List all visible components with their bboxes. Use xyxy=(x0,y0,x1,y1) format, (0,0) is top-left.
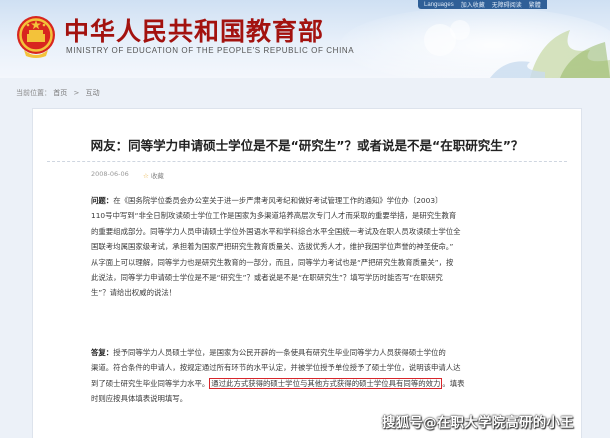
traditional-chinese-link[interactable]: 繁體 xyxy=(529,0,541,9)
answer-line-3-pre: 到了硕士研究生毕业同等学力水平。 xyxy=(91,378,210,388)
breadcrumb: 当前位置： 首页 > 互动 xyxy=(16,88,100,98)
article-date: 2008-06-06 xyxy=(91,170,129,178)
add-favorite-link[interactable]: 加入收藏 xyxy=(461,0,485,9)
breadcrumb-interaction-link[interactable]: 互动 xyxy=(86,89,100,97)
site-header: 中华人民共和国教育部 MINISTRY OF EDUCATION OF THE … xyxy=(0,0,610,78)
accessible-reading-link[interactable]: 无障碍阅读 xyxy=(492,0,522,9)
favorite-label: 收藏 xyxy=(150,172,164,180)
answer-line-2: 渠道。符合条件的申请人，按规定通过所有环节的水平认定，并被学位授予单位授予了硕士… xyxy=(91,363,461,373)
answer-label: 答复： xyxy=(91,348,114,357)
sohu-watermark: 搜狐号@在职大学院高研的小王 xyxy=(382,415,574,431)
header-decoration xyxy=(340,7,610,78)
question-line: 问题：在《国务院学位委员会办公室关于进一步严肃考风考纪和做好考试管理工作的通知》… xyxy=(91,193,561,208)
breadcrumb-separator: > xyxy=(73,89,80,97)
answer-line-3: 到了硕士研究生毕业同等学力水平。 通过此方式获得的硕士学位与其他方式获得的硕士学位… xyxy=(91,376,561,391)
question-line-7: 生”？请给出权威的说法！ xyxy=(91,288,177,298)
site-title: 中华人民共和国教育部 xyxy=(64,17,325,46)
article-card: 网友：同等学力申请硕士学位是不是“研究生”？或者说是不是“在职研究生”？ 200… xyxy=(32,108,582,438)
favorite-button[interactable]: ☆ 收藏 xyxy=(143,170,164,180)
question-line-5: 从字面上可以理解，同等学力也是研究生教育的一部分，而且，同等学力考试也是“严把研… xyxy=(91,257,454,267)
article-title: 网友：同等学力申请硕士学位是不是“研究生”？或者说是不是“在职研究生”？ xyxy=(90,138,524,153)
star-icon: ☆ xyxy=(143,172,149,180)
question-block: 问题：在《国务院学位委员会办公室关于进一步严肃考风考纪和做好考试管理工作的通知》… xyxy=(91,193,561,301)
question-line-2: 110号中写到“非全日制攻读硕士学位工作是国家为多渠道培养高层次专门人才而采取的… xyxy=(91,211,457,221)
question-line-6: 此说法，同等学力申请硕士学位是不是“研究生”？或者说是不是“在职研究生”？填写学… xyxy=(91,273,443,283)
highlighted-statement: 通过此方式获得的硕士学位与其他方式获得的硕士学位具有同等的效力 xyxy=(209,377,443,389)
question-line-1: 在《国务院学位委员会办公室关于进一步严肃考风考纪和做好考试管理工作的通知》学位办… xyxy=(113,196,443,205)
answer-block: 答复：授予同等学力人员硕士学位，是国家为公民开辟的一条使具有研究生毕业同等学力人… xyxy=(91,345,561,407)
answer-line-1: 授予同等学力人员硕士学位，是国家为公民开辟的一条使具有研究生毕业同等学力人员获得… xyxy=(113,348,446,357)
breadcrumb-label: 当前位置： xyxy=(16,89,51,97)
question-label: 问题： xyxy=(91,196,114,205)
answer-line-3-post: 。填表 xyxy=(442,378,465,388)
question-line-4: 国联考均属国家级考试，承担着为国家严把研究生教育质量关、选拔优秀人才，维护我国学… xyxy=(91,242,454,252)
national-emblem-icon xyxy=(17,16,55,58)
answer-line: 答复：授予同等学力人员硕士学位，是国家为公民开辟的一条使具有研究生毕业同等学力人… xyxy=(91,345,561,360)
answer-line-4: 时则应按具体填表说明填写。 xyxy=(91,394,188,404)
title-divider xyxy=(47,161,567,162)
site-subtitle: MINISTRY OF EDUCATION OF THE PEOPLE'S RE… xyxy=(66,46,355,55)
languages-link[interactable]: Languages xyxy=(424,2,454,8)
top-link-bar: Languages 加入收藏 无障碍阅读 繁體 xyxy=(418,0,547,9)
breadcrumb-home-link[interactable]: 首页 xyxy=(53,89,67,97)
question-line-3: 的重要组成部分。同等学力人员申请硕士学位外国语水平和学科综合水平全国统一考试及在… xyxy=(91,226,461,236)
